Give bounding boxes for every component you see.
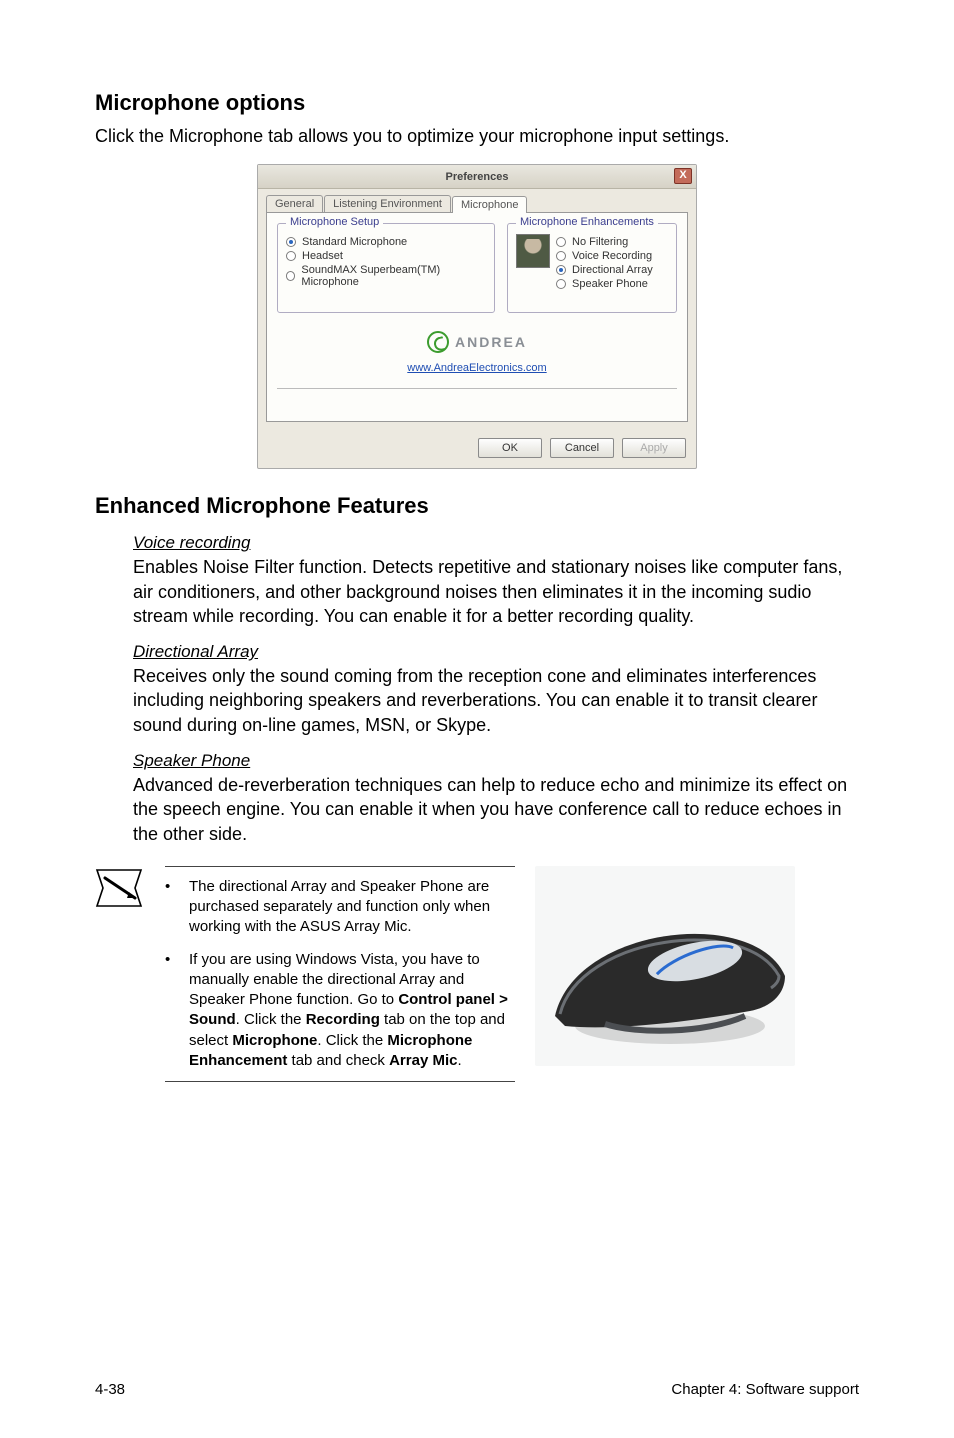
ok-button[interactable]: OK (478, 438, 542, 458)
note-icon (95, 866, 145, 910)
array-mic-photo (535, 866, 795, 1066)
group-title: Microphone Enhancements (516, 216, 658, 228)
radio-label: Headset (302, 250, 343, 262)
cancel-button[interactable]: Cancel (550, 438, 614, 458)
radio-directional-array[interactable]: Directional Array (556, 264, 653, 276)
paragraph: Advanced de-reverberation techniques can… (133, 773, 859, 846)
paragraph: Receives only the sound coming from the … (133, 664, 859, 737)
subheading-voice: Voice recording (133, 533, 859, 553)
section-lead: Click the Microphone tab allows you to o… (95, 124, 859, 148)
tab-listening[interactable]: Listening Environment (324, 195, 451, 212)
mic-icon (516, 234, 550, 268)
bullet-icon: • (165, 877, 173, 938)
andrea-logo: ANDREA (427, 331, 527, 353)
radio-label: No Filtering (572, 236, 628, 248)
dialog-titlebar: Preferences X (258, 165, 696, 189)
tab-microphone[interactable]: Microphone (452, 196, 527, 213)
radio-headset[interactable]: Headset (286, 250, 486, 262)
chapter-label: Chapter 4: Software support (671, 1381, 859, 1398)
note-bullet-2: If you are using Windows Vista, you have… (189, 950, 515, 1072)
andrea-ball-icon (427, 331, 449, 353)
preferences-dialog: Preferences X General Listening Environm… (257, 164, 697, 469)
radio-no-filtering[interactable]: No Filtering (556, 236, 653, 248)
radio-label: SoundMAX Superbeam(TM) Microphone (301, 264, 486, 288)
subheading-speaker: Speaker Phone (133, 751, 859, 771)
close-icon[interactable]: X (674, 168, 692, 184)
radio-label: Standard Microphone (302, 236, 407, 248)
page-number: 4-38 (95, 1381, 125, 1398)
group-mic-setup: Microphone Setup Standard Microphone Hea… (277, 223, 495, 313)
radio-superbeam[interactable]: SoundMAX Superbeam(TM) Microphone (286, 264, 486, 288)
andrea-text: ANDREA (455, 334, 527, 350)
section-heading: Enhanced Microphone Features (95, 493, 859, 519)
tab-general[interactable]: General (266, 195, 323, 212)
paragraph: Enables Noise Filter function. Detects r… (133, 555, 859, 628)
note-bullet-1: The directional Array and Speaker Phone … (189, 877, 515, 938)
note-text: • The directional Array and Speaker Phon… (165, 866, 515, 1082)
radio-label: Directional Array (572, 264, 653, 276)
radio-label: Voice Recording (572, 250, 652, 262)
radio-standard-mic[interactable]: Standard Microphone (286, 236, 486, 248)
bullet-icon: • (165, 950, 173, 1072)
section-heading: Microphone options (95, 90, 859, 116)
tab-pane: Microphone Setup Standard Microphone Hea… (266, 212, 688, 422)
andrea-link[interactable]: www.AndreaElectronics.com (277, 362, 677, 374)
radio-label: Speaker Phone (572, 278, 648, 290)
group-mic-enhancements: Microphone Enhancements No Filtering Voi… (507, 223, 677, 313)
apply-button[interactable]: Apply (622, 438, 686, 458)
radio-speaker-phone[interactable]: Speaker Phone (556, 278, 653, 290)
subheading-directional: Directional Array (133, 642, 859, 662)
radio-voice-recording[interactable]: Voice Recording (556, 250, 653, 262)
group-title: Microphone Setup (286, 216, 383, 228)
dialog-screenshot: Preferences X General Listening Environm… (95, 164, 859, 469)
dialog-title-text: Preferences (446, 171, 509, 183)
